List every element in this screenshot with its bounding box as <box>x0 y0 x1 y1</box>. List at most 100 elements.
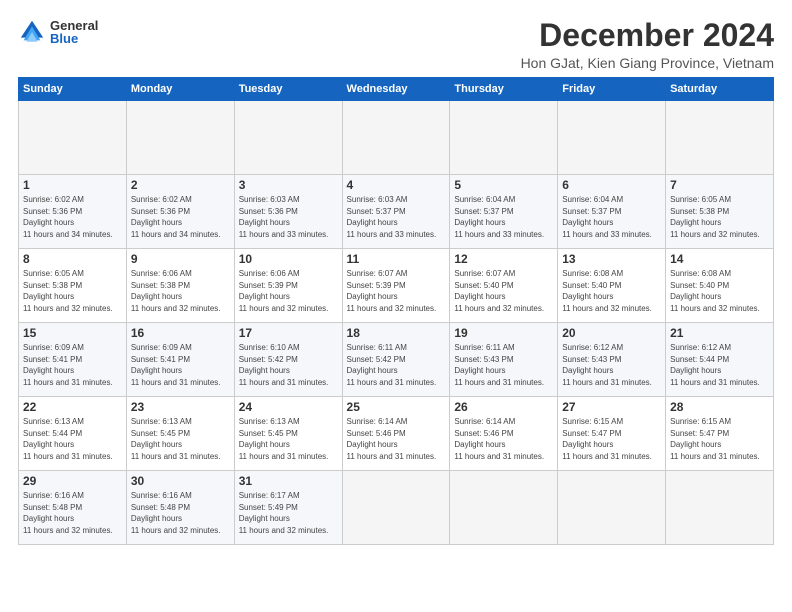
calendar-cell: 18 Sunrise: 6:11 AMSunset: 5:42 PMDaylig… <box>342 323 450 397</box>
calendar-cell: 19 Sunrise: 6:11 AMSunset: 5:43 PMDaylig… <box>450 323 558 397</box>
logo-text: General Blue <box>50 19 98 45</box>
calendar-cell <box>19 101 127 175</box>
col-monday: Monday <box>126 78 234 101</box>
day-info: Sunrise: 6:13 AMSunset: 5:45 PMDaylight … <box>131 417 221 461</box>
header-row: Sunday Monday Tuesday Wednesday Thursday… <box>19 78 774 101</box>
day-info: Sunrise: 6:04 AMSunset: 5:37 PMDaylight … <box>562 195 652 239</box>
calendar-cell: 26 Sunrise: 6:14 AMSunset: 5:46 PMDaylig… <box>450 397 558 471</box>
calendar-cell <box>558 471 666 545</box>
day-number: 3 <box>239 178 338 192</box>
calendar-cell: 6 Sunrise: 6:04 AMSunset: 5:37 PMDayligh… <box>558 175 666 249</box>
day-info: Sunrise: 6:08 AMSunset: 5:40 PMDaylight … <box>562 269 652 313</box>
calendar-cell <box>558 101 666 175</box>
day-info: Sunrise: 6:17 AMSunset: 5:49 PMDaylight … <box>239 491 329 535</box>
day-info: Sunrise: 6:05 AMSunset: 5:38 PMDaylight … <box>23 269 113 313</box>
col-sunday: Sunday <box>19 78 127 101</box>
calendar-week-3: 8 Sunrise: 6:05 AMSunset: 5:38 PMDayligh… <box>19 249 774 323</box>
day-info: Sunrise: 6:03 AMSunset: 5:37 PMDaylight … <box>347 195 437 239</box>
day-info: Sunrise: 6:06 AMSunset: 5:38 PMDaylight … <box>131 269 221 313</box>
day-info: Sunrise: 6:12 AMSunset: 5:43 PMDaylight … <box>562 343 652 387</box>
calendar-cell: 2 Sunrise: 6:02 AMSunset: 5:36 PMDayligh… <box>126 175 234 249</box>
day-info: Sunrise: 6:11 AMSunset: 5:43 PMDaylight … <box>454 343 544 387</box>
calendar-table: Sunday Monday Tuesday Wednesday Thursday… <box>18 77 774 545</box>
calendar-cell: 5 Sunrise: 6:04 AMSunset: 5:37 PMDayligh… <box>450 175 558 249</box>
col-tuesday: Tuesday <box>234 78 342 101</box>
day-info: Sunrise: 6:14 AMSunset: 5:46 PMDaylight … <box>347 417 437 461</box>
day-number: 24 <box>239 400 338 414</box>
day-number: 26 <box>454 400 553 414</box>
calendar-cell: 11 Sunrise: 6:07 AMSunset: 5:39 PMDaylig… <box>342 249 450 323</box>
day-info: Sunrise: 6:12 AMSunset: 5:44 PMDaylight … <box>670 343 760 387</box>
day-number: 30 <box>131 474 230 488</box>
calendar-cell: 4 Sunrise: 6:03 AMSunset: 5:37 PMDayligh… <box>342 175 450 249</box>
calendar-cell: 12 Sunrise: 6:07 AMSunset: 5:40 PMDaylig… <box>450 249 558 323</box>
day-info: Sunrise: 6:13 AMSunset: 5:45 PMDaylight … <box>239 417 329 461</box>
calendar-cell: 8 Sunrise: 6:05 AMSunset: 5:38 PMDayligh… <box>19 249 127 323</box>
calendar-cell <box>450 471 558 545</box>
day-number: 16 <box>131 326 230 340</box>
day-info: Sunrise: 6:02 AMSunset: 5:36 PMDaylight … <box>131 195 221 239</box>
day-number: 5 <box>454 178 553 192</box>
day-number: 2 <box>131 178 230 192</box>
calendar-cell: 24 Sunrise: 6:13 AMSunset: 5:45 PMDaylig… <box>234 397 342 471</box>
subtitle: Hon GJat, Kien Giang Province, Vietnam <box>521 55 774 71</box>
day-info: Sunrise: 6:15 AMSunset: 5:47 PMDaylight … <box>670 417 760 461</box>
calendar-week-2: 1 Sunrise: 6:02 AMSunset: 5:36 PMDayligh… <box>19 175 774 249</box>
day-number: 15 <box>23 326 122 340</box>
day-info: Sunrise: 6:14 AMSunset: 5:46 PMDaylight … <box>454 417 544 461</box>
calendar-cell: 10 Sunrise: 6:06 AMSunset: 5:39 PMDaylig… <box>234 249 342 323</box>
day-info: Sunrise: 6:16 AMSunset: 5:48 PMDaylight … <box>131 491 221 535</box>
col-wednesday: Wednesday <box>342 78 450 101</box>
calendar-week-5: 22 Sunrise: 6:13 AMSunset: 5:44 PMDaylig… <box>19 397 774 471</box>
day-info: Sunrise: 6:04 AMSunset: 5:37 PMDaylight … <box>454 195 544 239</box>
day-number: 18 <box>347 326 446 340</box>
day-number: 17 <box>239 326 338 340</box>
day-number: 20 <box>562 326 661 340</box>
day-number: 14 <box>670 252 769 266</box>
day-info: Sunrise: 6:09 AMSunset: 5:41 PMDaylight … <box>131 343 221 387</box>
day-number: 6 <box>562 178 661 192</box>
calendar-cell: 27 Sunrise: 6:15 AMSunset: 5:47 PMDaylig… <box>558 397 666 471</box>
calendar-cell: 9 Sunrise: 6:06 AMSunset: 5:38 PMDayligh… <box>126 249 234 323</box>
logo: General Blue <box>18 18 98 46</box>
col-friday: Friday <box>558 78 666 101</box>
title-area: December 2024 Hon GJat, Kien Giang Provi… <box>521 18 774 71</box>
day-info: Sunrise: 6:07 AMSunset: 5:40 PMDaylight … <box>454 269 544 313</box>
day-info: Sunrise: 6:06 AMSunset: 5:39 PMDaylight … <box>239 269 329 313</box>
day-info: Sunrise: 6:11 AMSunset: 5:42 PMDaylight … <box>347 343 437 387</box>
day-number: 21 <box>670 326 769 340</box>
day-number: 29 <box>23 474 122 488</box>
day-info: Sunrise: 6:05 AMSunset: 5:38 PMDaylight … <box>670 195 760 239</box>
day-info: Sunrise: 6:10 AMSunset: 5:42 PMDaylight … <box>239 343 329 387</box>
header: General Blue December 2024 Hon GJat, Kie… <box>18 18 774 71</box>
calendar-cell: 30 Sunrise: 6:16 AMSunset: 5:48 PMDaylig… <box>126 471 234 545</box>
col-saturday: Saturday <box>666 78 774 101</box>
day-info: Sunrise: 6:09 AMSunset: 5:41 PMDaylight … <box>23 343 113 387</box>
day-number: 12 <box>454 252 553 266</box>
day-info: Sunrise: 6:15 AMSunset: 5:47 PMDaylight … <box>562 417 652 461</box>
day-info: Sunrise: 6:03 AMSunset: 5:36 PMDaylight … <box>239 195 329 239</box>
calendar-cell <box>126 101 234 175</box>
calendar-cell: 16 Sunrise: 6:09 AMSunset: 5:41 PMDaylig… <box>126 323 234 397</box>
day-info: Sunrise: 6:16 AMSunset: 5:48 PMDaylight … <box>23 491 113 535</box>
calendar-cell: 13 Sunrise: 6:08 AMSunset: 5:40 PMDaylig… <box>558 249 666 323</box>
calendar-cell: 31 Sunrise: 6:17 AMSunset: 5:49 PMDaylig… <box>234 471 342 545</box>
day-number: 31 <box>239 474 338 488</box>
day-number: 8 <box>23 252 122 266</box>
day-info: Sunrise: 6:08 AMSunset: 5:40 PMDaylight … <box>670 269 760 313</box>
logo-blue: Blue <box>50 32 98 45</box>
day-number: 19 <box>454 326 553 340</box>
calendar-cell <box>234 101 342 175</box>
day-number: 25 <box>347 400 446 414</box>
calendar-cell <box>450 101 558 175</box>
calendar-cell: 1 Sunrise: 6:02 AMSunset: 5:36 PMDayligh… <box>19 175 127 249</box>
day-number: 13 <box>562 252 661 266</box>
calendar-cell <box>342 471 450 545</box>
calendar-week-1 <box>19 101 774 175</box>
day-number: 10 <box>239 252 338 266</box>
calendar-cell <box>342 101 450 175</box>
calendar-cell: 20 Sunrise: 6:12 AMSunset: 5:43 PMDaylig… <box>558 323 666 397</box>
calendar-cell: 21 Sunrise: 6:12 AMSunset: 5:44 PMDaylig… <box>666 323 774 397</box>
day-number: 27 <box>562 400 661 414</box>
day-info: Sunrise: 6:02 AMSunset: 5:36 PMDaylight … <box>23 195 113 239</box>
